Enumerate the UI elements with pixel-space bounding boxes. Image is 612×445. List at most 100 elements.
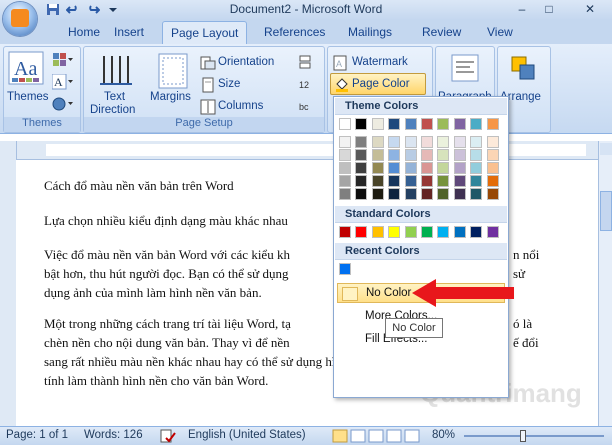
standard-color-swatch[interactable] xyxy=(339,226,351,238)
theme-tint-swatch[interactable] xyxy=(437,188,450,200)
theme-color-swatch[interactable] xyxy=(355,118,368,130)
orientation-label[interactable]: Orientation xyxy=(218,56,274,68)
standard-color-swatch[interactable] xyxy=(388,226,401,238)
breaks-icon[interactable] xyxy=(298,55,312,69)
standard-color-swatch[interactable] xyxy=(404,226,417,238)
tab-references[interactable]: References xyxy=(264,25,325,39)
theme-tint-swatch[interactable] xyxy=(339,162,351,174)
text-direction-label-1[interactable]: Text xyxy=(104,91,125,103)
theme-effects-icon[interactable] xyxy=(52,96,74,112)
text-direction-label-2[interactable]: Direction xyxy=(90,104,135,116)
page-count[interactable]: Page: 1 of 1 xyxy=(6,429,68,441)
theme-color-swatch[interactable] xyxy=(453,118,466,130)
theme-tint-swatch[interactable] xyxy=(339,188,351,200)
theme-tint-swatch[interactable] xyxy=(371,188,384,200)
close-button[interactable]: ✕ xyxy=(578,1,602,17)
theme-color-swatch[interactable] xyxy=(421,118,433,130)
theme-tint-swatch[interactable] xyxy=(421,188,433,200)
theme-tint-swatch[interactable] xyxy=(388,188,401,200)
theme-tint-swatch[interactable] xyxy=(470,136,483,148)
theme-tint-swatch[interactable] xyxy=(421,136,433,148)
theme-tint-swatch[interactable] xyxy=(355,175,368,187)
word-count[interactable]: Words: 126 xyxy=(84,429,143,441)
minimize-button[interactable]: – xyxy=(510,1,534,17)
document-paragraph-line[interactable]: dụng ảnh của mình làm hình nền văn bản. xyxy=(44,283,262,302)
theme-tint-swatch[interactable] xyxy=(339,149,351,161)
document-paragraph-line[interactable]: chèn nền cho nội dung văn bản. Thay vì đ… xyxy=(44,333,290,352)
scroll-up-button[interactable] xyxy=(600,143,612,155)
tab-home[interactable]: Home xyxy=(68,25,100,39)
theme-tint-swatch[interactable] xyxy=(486,136,499,148)
theme-tint-swatch[interactable] xyxy=(437,136,450,148)
theme-color-swatch[interactable] xyxy=(470,118,483,130)
theme-tint-swatch[interactable] xyxy=(453,188,466,200)
zoom-slider[interactable] xyxy=(464,430,604,442)
theme-tint-swatch[interactable] xyxy=(437,175,450,187)
theme-tint-swatch[interactable] xyxy=(437,149,450,161)
theme-colors-icon[interactable] xyxy=(52,53,74,67)
hyphenation-icon[interactable]: bc xyxy=(298,99,312,113)
theme-tint-swatch[interactable] xyxy=(404,136,417,148)
margins-icon[interactable] xyxy=(158,53,188,89)
theme-tint-swatch[interactable] xyxy=(404,149,417,161)
themes-button-label[interactable]: Themes xyxy=(7,91,49,103)
theme-tint-swatch[interactable] xyxy=(388,149,401,161)
theme-fonts-icon[interactable]: A xyxy=(52,74,74,90)
standard-color-swatch[interactable] xyxy=(421,226,433,238)
theme-tint-swatch[interactable] xyxy=(486,149,499,161)
size-icon[interactable] xyxy=(200,77,216,93)
theme-tint-swatch[interactable] xyxy=(404,162,417,174)
theme-tint-swatch[interactable] xyxy=(421,162,433,174)
save-icon[interactable] xyxy=(46,3,60,16)
theme-tint-swatch[interactable] xyxy=(371,136,384,148)
orientation-icon[interactable] xyxy=(200,55,216,71)
theme-tint-swatch[interactable] xyxy=(486,162,499,174)
maximize-button[interactable]: □ xyxy=(537,1,561,17)
theme-tint-swatch[interactable] xyxy=(470,162,483,174)
undo-icon[interactable] xyxy=(66,3,80,16)
customize-toolbar-icon[interactable] xyxy=(106,3,120,16)
theme-tint-swatch[interactable] xyxy=(486,188,499,200)
margins-label[interactable]: Margins xyxy=(150,91,191,103)
theme-tint-swatch[interactable] xyxy=(453,136,466,148)
tab-view[interactable]: View xyxy=(487,25,513,39)
theme-tint-swatch[interactable] xyxy=(437,162,450,174)
theme-tint-swatch[interactable] xyxy=(470,149,483,161)
standard-color-swatch[interactable] xyxy=(453,226,466,238)
zoom-level[interactable]: 80% xyxy=(432,429,455,441)
theme-tint-swatch[interactable] xyxy=(371,175,384,187)
theme-color-swatch[interactable] xyxy=(486,118,499,130)
office-button[interactable] xyxy=(3,2,37,36)
watermark-label[interactable]: Watermark xyxy=(352,56,408,68)
theme-tint-swatch[interactable] xyxy=(371,162,384,174)
theme-tint-swatch[interactable] xyxy=(355,136,368,148)
document-paragraph-line[interactable]: tính làm thành hình nền cho văn bản Word… xyxy=(44,371,268,390)
theme-tint-swatch[interactable] xyxy=(470,188,483,200)
arrange-icon[interactable] xyxy=(508,53,538,83)
theme-tint-swatch[interactable] xyxy=(339,175,351,187)
redo-icon[interactable] xyxy=(86,3,100,16)
theme-tint-swatch[interactable] xyxy=(453,149,466,161)
theme-tint-swatch[interactable] xyxy=(388,136,401,148)
proofing-icon[interactable] xyxy=(160,429,176,443)
document-paragraph-line[interactable]: Một trong những cách trang trí tài liệu … xyxy=(44,314,291,333)
language-indicator[interactable]: English (United States) xyxy=(188,429,306,441)
vertical-scrollbar[interactable] xyxy=(598,141,612,426)
theme-tint-swatch[interactable] xyxy=(388,175,401,187)
theme-color-swatch[interactable] xyxy=(339,118,351,130)
theme-tint-swatch[interactable] xyxy=(355,162,368,174)
theme-tint-swatch[interactable] xyxy=(371,149,384,161)
tab-insert[interactable]: Insert xyxy=(114,25,144,39)
standard-color-swatch[interactable] xyxy=(437,226,450,238)
theme-color-swatch[interactable] xyxy=(371,118,384,130)
theme-tint-swatch[interactable] xyxy=(453,175,466,187)
theme-tint-swatch[interactable] xyxy=(339,136,351,148)
theme-tint-swatch[interactable] xyxy=(388,162,401,174)
paragraph-icon[interactable] xyxy=(450,53,480,83)
document-heading[interactable]: Cách đổ màu nền văn bản trên Word xyxy=(44,176,234,195)
theme-tint-swatch[interactable] xyxy=(470,175,483,187)
zoom-slider-thumb[interactable] xyxy=(520,430,526,442)
theme-tint-swatch[interactable] xyxy=(421,175,433,187)
columns-icon[interactable] xyxy=(200,99,216,115)
columns-label[interactable]: Columns xyxy=(218,100,263,112)
